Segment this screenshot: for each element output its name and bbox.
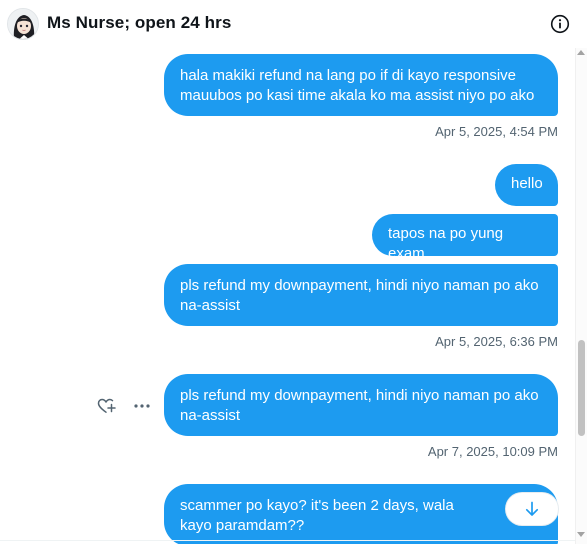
scroll-to-bottom-button[interactable] <box>506 493 558 525</box>
divider <box>0 540 575 541</box>
dm-conversation: Ms Nurse; open 24 hrs hala makiki refund… <box>0 0 587 544</box>
more-horizontal-icon <box>134 404 150 408</box>
more-options-button[interactable] <box>131 395 153 417</box>
scrollbar-down-arrow-icon[interactable] <box>577 532 585 537</box>
message-bubble[interactable]: scammer po kayo? it's been 2 days, wala … <box>164 484 558 544</box>
scrollbar-track[interactable] <box>575 48 587 544</box>
conversation-header: Ms Nurse; open 24 hrs <box>0 0 587 48</box>
scrollbar-thumb[interactable] <box>578 340 585 436</box>
heart-plus-icon <box>97 398 116 413</box>
message-bubble[interactable]: pls refund my downpayment, hindi niyo na… <box>164 264 558 326</box>
info-button[interactable] <box>548 12 572 36</box>
message-bubble[interactable]: pls refund my downpayment, hindi niyo na… <box>164 374 558 436</box>
message-timestamp: Apr 7, 2025, 10:09 PM <box>427 444 558 459</box>
scrollbar-up-arrow-icon[interactable] <box>577 50 585 55</box>
avatar[interactable] <box>7 8 39 40</box>
message-bubble[interactable]: tapos na po yung exam <box>372 214 558 262</box>
message-timestamp: Apr 5, 2025, 4:54 PM <box>435 124 558 139</box>
message-timestamp: Apr 5, 2025, 6:36 PM <box>435 334 558 349</box>
message-bubble[interactable]: hala makiki refund na lang po if di kayo… <box>164 54 558 116</box>
info-circle-icon <box>550 14 570 34</box>
message-bubble[interactable]: hello <box>495 164 558 206</box>
conversation-title: Ms Nurse; open 24 hrs <box>47 13 232 32</box>
react-button[interactable] <box>95 395 117 417</box>
arrow-down-icon <box>525 501 539 516</box>
